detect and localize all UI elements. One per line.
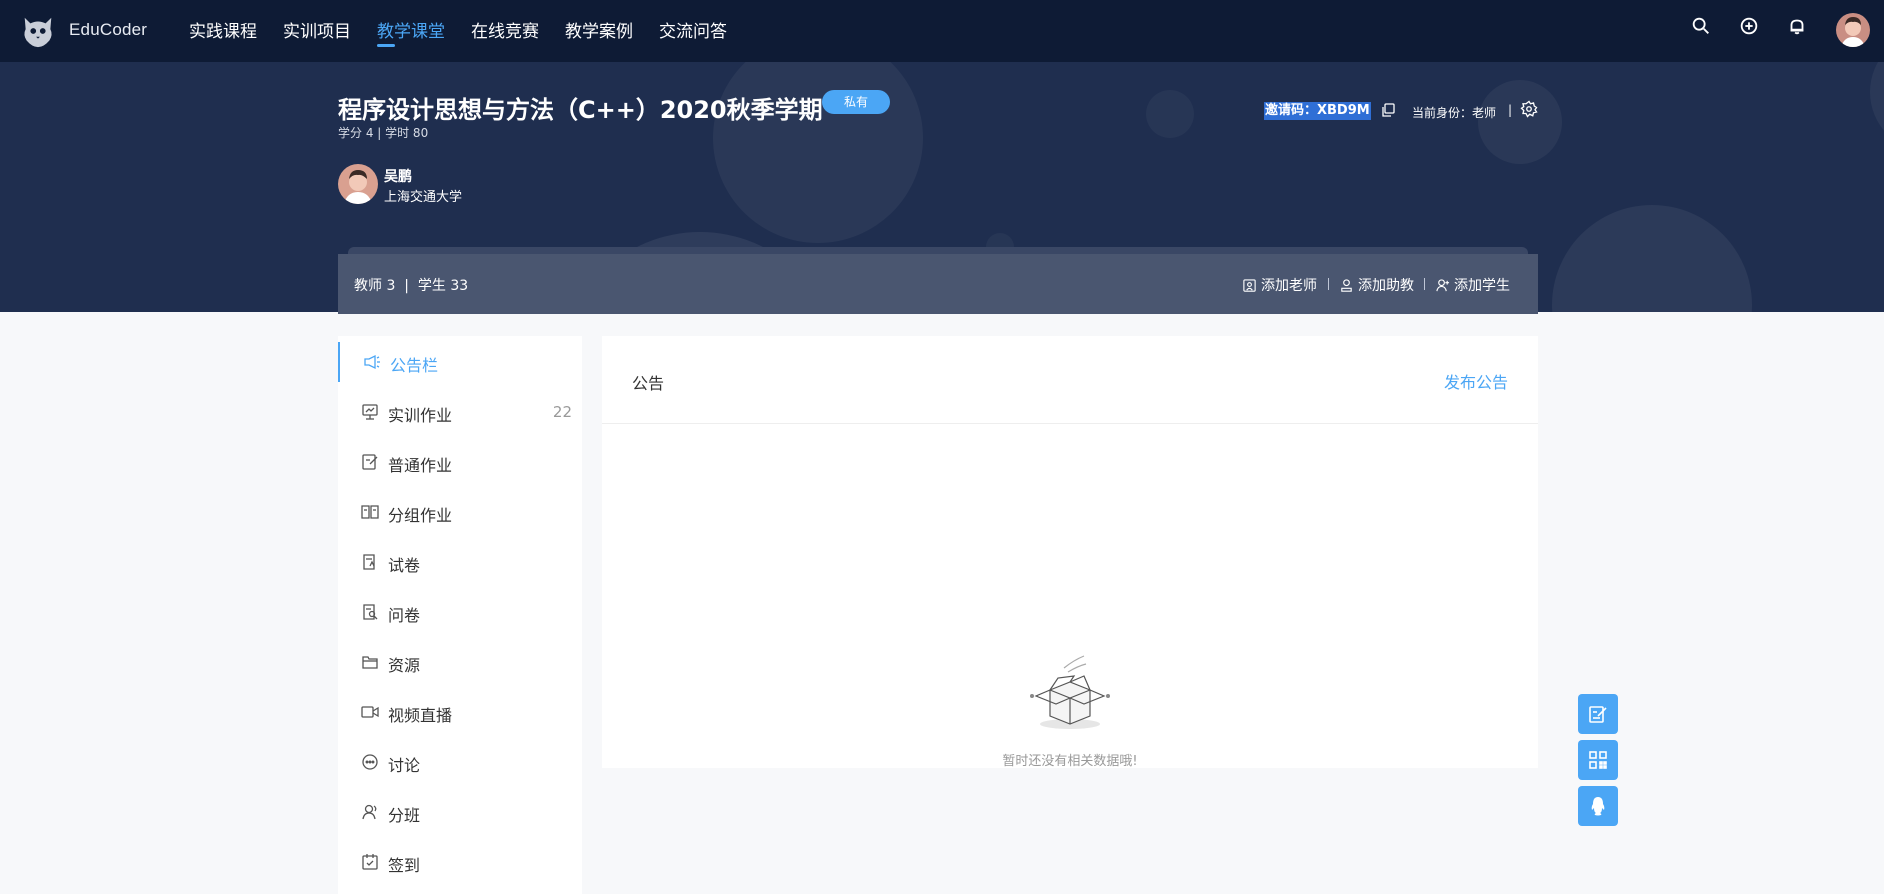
teacher-card-icon (1243, 278, 1256, 292)
exam-paper-icon (363, 554, 375, 570)
nav-item-cases[interactable]: 教学案例 (565, 17, 633, 42)
add-assistant-button[interactable]: 添加助教 (1339, 275, 1414, 295)
bell-icon[interactable] (1786, 15, 1808, 37)
teacher-name[interactable]: 吴鹏 (384, 166, 412, 186)
sidebar-item-questionnaire[interactable]: 问卷 (338, 592, 582, 632)
nav-item-competitions[interactable]: 在线竞赛 (471, 17, 539, 42)
search-icon[interactable] (1690, 15, 1712, 37)
sidebar-item-resources[interactable]: 资源 (338, 642, 582, 682)
chat-bubble-icon (362, 754, 378, 770)
brand-name[interactable]: EduCoder (69, 20, 147, 40)
add-circle-icon[interactable] (1738, 15, 1760, 37)
gear-icon[interactable] (1520, 100, 1538, 118)
sidebar-item-discussion[interactable]: 讨论 (338, 742, 582, 782)
megaphone-icon (364, 354, 380, 370)
panel-header: 公告 发布公告 (602, 336, 1538, 424)
nav-item-classroom[interactable]: 教学课堂 (377, 17, 445, 42)
feedback-button[interactable] (1578, 694, 1618, 734)
questionnaire-icon (363, 604, 378, 620)
identity-separator: | (1508, 103, 1513, 117)
users-icon (362, 804, 377, 820)
invite-code: 邀请码：XBD9M (1264, 102, 1371, 120)
book-icon (361, 505, 379, 519)
qq-penguin-icon (1591, 797, 1605, 816)
stats-bar: 教师 3 | 学生 33 添加老师 添加助教 添加学生 (338, 254, 1538, 314)
course-meta: 学分 4 | 学时 80 (338, 126, 429, 140)
copy-icon[interactable] (1380, 102, 1396, 118)
user-avatar[interactable] (1836, 13, 1870, 47)
nav-active-indicator (377, 44, 395, 47)
sidebar-item-live-video[interactable]: 视频直播 (338, 692, 582, 732)
member-counts[interactable]: 教师 3 | 学生 33 (354, 275, 468, 295)
sidebar-item-training-homework[interactable]: 实训作业 22 (338, 392, 582, 432)
video-camera-icon (361, 706, 379, 718)
teacher-avatar[interactable] (338, 164, 378, 204)
assistant-icon (1341, 278, 1352, 292)
qq-contact-button[interactable] (1578, 786, 1618, 826)
nav-item-training-projects[interactable]: 实训项目 (283, 17, 351, 42)
logo-icon[interactable] (19, 12, 57, 50)
sidebar-item-label: 普通作业 (388, 456, 453, 475)
sidebar: 公告栏 实训作业 22 普通作业 分组作业 试卷 问卷 资源 视频直播 讨论 分… (338, 336, 582, 894)
divider (1328, 278, 1329, 290)
sidebar-item-classes[interactable]: 分班 (338, 792, 582, 832)
add-student-label: 添加学生 (1454, 278, 1510, 294)
edit-document-icon (362, 454, 378, 470)
folder-icon (362, 656, 378, 669)
sidebar-item-label: 问卷 (388, 606, 421, 625)
announcement-panel: 公告 发布公告 暂时还没有相关数据哦! (602, 336, 1538, 769)
top-nav: EduCoder 实践课程 实训项目 教学课堂 在线竞赛 教学案例 交流问答 (0, 0, 1884, 62)
publish-announcement-button[interactable]: 发布公告 (1444, 369, 1508, 393)
sidebar-item-exam[interactable]: 试卷 (338, 542, 582, 582)
sidebar-item-announcements[interactable]: 公告栏 (338, 342, 582, 382)
qr-code-icon (1589, 751, 1607, 769)
calendar-check-icon (362, 854, 378, 870)
sidebar-item-label: 讨论 (388, 756, 421, 775)
sidebar-item-label: 资源 (388, 656, 421, 675)
sidebar-item-regular-homework[interactable]: 普通作业 (338, 442, 582, 482)
sidebar-item-group-homework[interactable]: 分组作业 (338, 492, 582, 532)
divider (1424, 278, 1425, 290)
sidebar-item-label: 公告栏 (390, 356, 439, 375)
sidebar-item-label: 签到 (388, 856, 421, 875)
add-user-icon (1436, 278, 1450, 291)
add-assistant-label: 添加助教 (1358, 278, 1414, 294)
nav-item-qa[interactable]: 交流问答 (659, 17, 727, 42)
sidebar-item-label: 分组作业 (388, 506, 453, 525)
sidebar-item-check-in[interactable]: 签到 (338, 842, 582, 882)
sidebar-item-label: 分班 (388, 806, 421, 825)
qr-code-button[interactable] (1578, 740, 1618, 780)
private-badge: 私有 (822, 90, 890, 114)
training-homework-icon (362, 404, 378, 420)
panel-title: 公告 (632, 374, 665, 393)
course-title: 程序设计思想与方法（C++）2020秋季学期 (338, 96, 823, 124)
item-count-badge: 22 (552, 403, 572, 421)
current-identity: 当前身份：老师 (1412, 106, 1497, 120)
add-teacher-label: 添加老师 (1261, 278, 1317, 294)
sidebar-item-label: 视频直播 (388, 706, 453, 725)
sidebar-item-label: 试卷 (388, 556, 421, 575)
empty-state-message: 暂时还没有相关数据哦! (1002, 754, 1138, 769)
sidebar-item-label: 实训作业 (388, 406, 453, 425)
add-teacher-button[interactable]: 添加老师 (1242, 275, 1317, 295)
add-student-button[interactable]: 添加学生 (1435, 275, 1510, 295)
nav-item-practice-courses[interactable]: 实践课程 (189, 17, 257, 42)
empty-box-icon (1030, 655, 1110, 729)
edit-note-icon (1589, 706, 1607, 723)
teacher-organization: 上海交通大学 (384, 190, 463, 205)
